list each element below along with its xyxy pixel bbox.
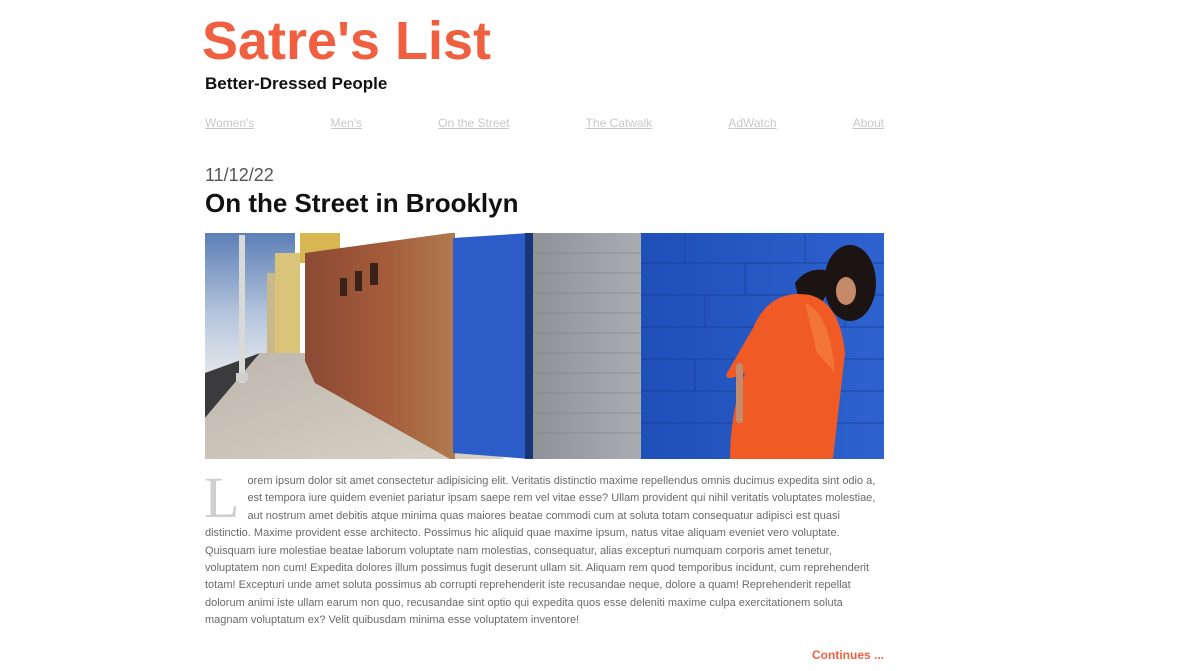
post-body-text: orem ipsum dolor sit amet consectetur ad… — [205, 475, 876, 627]
nav-link-about[interactable]: About — [853, 116, 884, 130]
post-date: 11/12/22 — [205, 165, 274, 185]
nav-link-the-catwalk[interactable]: The Catwalk — [586, 116, 653, 130]
site-title[interactable]: Satre's List — [202, 10, 491, 72]
nav-link-mens[interactable]: Men's — [330, 116, 362, 130]
post-body: Lorem ipsum dolor sit amet consectetur a… — [204, 465, 884, 630]
drop-cap: L — [204, 465, 240, 530]
main-nav: Women's Men's On the Street The Catwalk … — [205, 115, 884, 131]
post-hero-image — [205, 233, 884, 459]
nav-link-adwatch[interactable]: AdWatch — [728, 116, 776, 130]
site-tagline: Better-Dressed People — [205, 74, 388, 93]
nav-link-womens[interactable]: Women's — [205, 116, 254, 130]
page: Satre's List Better-Dressed People Women… — [0, 0, 1192, 671]
post-title[interactable]: On the Street in Brooklyn — [205, 187, 519, 219]
continue-reading-link[interactable]: Continues ... — [812, 648, 884, 662]
nav-link-on-the-street[interactable]: On the Street — [438, 116, 509, 130]
